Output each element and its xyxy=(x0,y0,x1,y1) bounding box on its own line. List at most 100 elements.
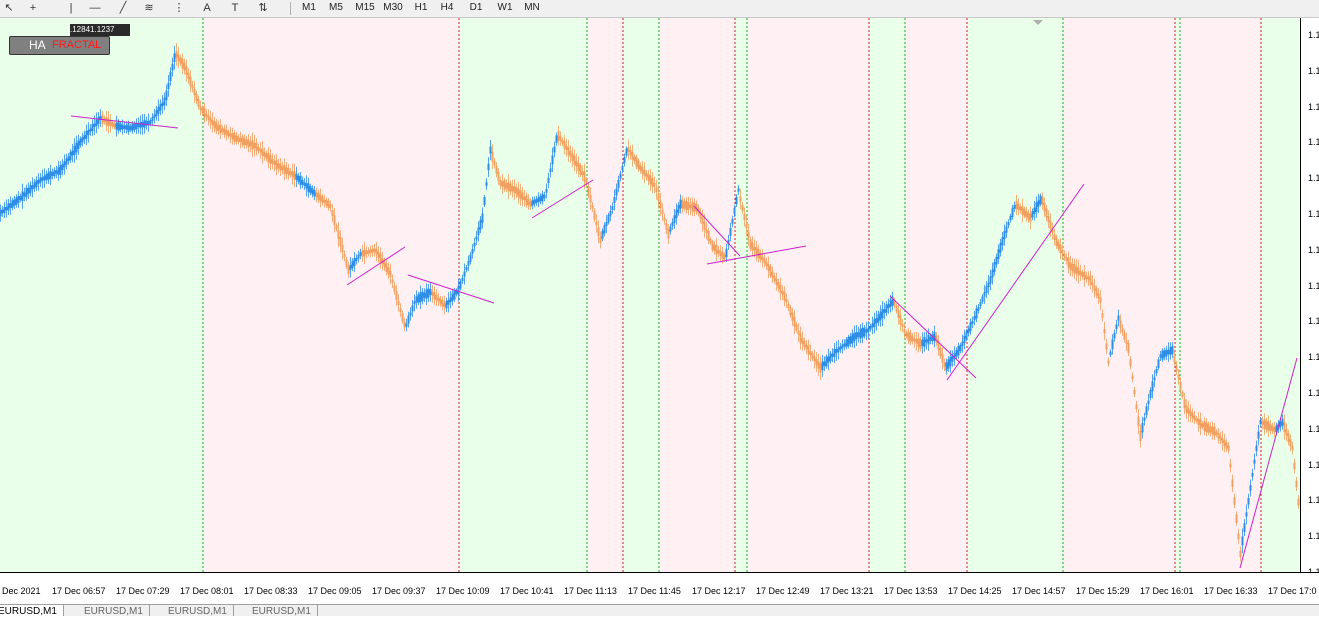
candle-body xyxy=(1133,389,1136,395)
timeframe-d1-button[interactable]: D1 xyxy=(465,0,487,17)
fibonacci-icon[interactable]: ≋ xyxy=(140,0,158,17)
candle-body xyxy=(691,202,694,212)
candle-body xyxy=(415,296,418,303)
candle-body xyxy=(265,153,268,159)
candle-body xyxy=(1163,350,1166,358)
candle-body xyxy=(47,172,50,180)
timeframe-mn-button[interactable]: MN xyxy=(520,0,544,17)
candle-body xyxy=(1239,550,1242,558)
candle-body xyxy=(789,307,792,316)
cursor-icon[interactable]: ↖ xyxy=(0,0,18,17)
candle-body xyxy=(127,123,130,133)
price-tick-label: 1.1 xyxy=(1308,137,1319,148)
candle-body xyxy=(467,261,470,266)
candle-body xyxy=(909,332,912,343)
chart-area[interactable] xyxy=(0,18,1300,572)
time-axis[interactable]: Dec 2021 17 Dec 06:57 17 Dec 07:29 17 Dec 0… xyxy=(0,572,1319,605)
timeframe-m1-button[interactable]: M1 xyxy=(298,0,320,17)
timeframe-m15-button[interactable]: M15 xyxy=(352,0,378,17)
candle-body xyxy=(25,187,28,198)
chart-tab[interactable]: EURUSD,M1 xyxy=(246,605,318,617)
arrows-icon[interactable]: ⇅ xyxy=(254,0,272,17)
trend-zone xyxy=(459,18,587,572)
price-tick-label: 1.1 xyxy=(1308,423,1319,434)
candle-body xyxy=(877,314,880,323)
timeframe-h1-button[interactable]: H1 xyxy=(410,0,432,17)
candle-body xyxy=(37,179,40,184)
horizontal-line-icon[interactable]: — xyxy=(86,0,104,17)
candle-body xyxy=(743,213,746,221)
candle-body xyxy=(17,196,20,203)
candle-body xyxy=(861,327,864,338)
candle-body xyxy=(1265,420,1268,430)
candle-body xyxy=(399,308,402,312)
candle-body xyxy=(1137,416,1140,427)
indicator-panel[interactable]: HA FRACTAL xyxy=(9,36,110,55)
candle-body xyxy=(163,97,166,106)
candle-body xyxy=(1225,442,1228,449)
timeframe-m30-button[interactable]: M30 xyxy=(380,0,406,17)
candle-body xyxy=(1241,536,1244,546)
candle-body xyxy=(147,120,150,125)
price-tick-label: 1.1 xyxy=(1308,280,1319,291)
candle-body xyxy=(775,278,778,285)
candle-body xyxy=(535,198,538,203)
candle-body xyxy=(243,138,246,145)
chart-tab[interactable]: EURUSD,M1 xyxy=(78,605,150,617)
fibo-fan-icon[interactable]: ⋮ xyxy=(170,0,188,17)
candle-body xyxy=(1,209,4,214)
candle-body xyxy=(315,192,318,198)
timeframe-m5-button[interactable]: M5 xyxy=(325,0,347,17)
candle-body xyxy=(837,347,840,352)
vertical-line-icon[interactable]: | xyxy=(62,0,80,17)
time-tick-label: 17 Dec 17:0 xyxy=(1268,586,1317,596)
candle-body xyxy=(1085,275,1088,280)
candle-body xyxy=(871,323,874,328)
candle-body xyxy=(943,362,946,367)
candle-body xyxy=(1253,459,1256,464)
price-chart[interactable] xyxy=(0,18,1300,572)
candle-body xyxy=(1149,390,1152,398)
candle-body xyxy=(967,328,970,334)
timeframe-w1-button[interactable]: W1 xyxy=(494,0,516,17)
candle-body xyxy=(1249,485,1252,491)
candle-body xyxy=(677,205,680,213)
candle-body xyxy=(1189,410,1192,417)
candle-body xyxy=(1117,315,1120,321)
candle-body xyxy=(1081,271,1084,277)
candle-body xyxy=(657,193,660,201)
candle-body xyxy=(1037,200,1040,207)
candle-body xyxy=(307,183,310,193)
candle-body xyxy=(13,199,16,206)
candle-body xyxy=(769,266,772,276)
candle-body xyxy=(63,161,66,168)
time-tick-label: 17 Dec 08:01 xyxy=(180,586,234,596)
candle-body xyxy=(355,257,358,261)
candle-body xyxy=(561,139,564,144)
candle-body xyxy=(885,304,888,313)
candle-body xyxy=(869,325,872,330)
trendline-icon[interactable]: ╱ xyxy=(114,0,132,17)
chart-tab[interactable]: EURUSD,M1 xyxy=(162,605,234,617)
candle-body xyxy=(487,163,490,171)
text-icon[interactable]: A xyxy=(198,0,216,17)
candle-body xyxy=(1009,216,1012,221)
candle-body xyxy=(343,254,346,258)
candle-body xyxy=(527,198,530,206)
candle-body xyxy=(757,248,760,259)
text-label-icon[interactable]: T xyxy=(226,0,244,17)
candle-body xyxy=(1191,412,1194,419)
candle-body xyxy=(593,210,596,220)
candle-body xyxy=(39,177,42,183)
crosshair-icon[interactable]: + xyxy=(24,0,42,17)
timeframe-h4-button[interactable]: H4 xyxy=(436,0,458,17)
candle-body xyxy=(997,249,1000,260)
price-axis[interactable]: 1.1 1.1 1.1 1.1 1.1 1.1 1.1 1.1 1.1 1.1 1.1 1.1 1.1 1… xyxy=(1300,18,1319,577)
candle-body xyxy=(753,247,756,251)
candle-body xyxy=(205,113,208,117)
candle-body xyxy=(537,197,540,203)
candle-body xyxy=(825,356,828,367)
chart-tab[interactable]: EURUSD,M1 xyxy=(0,605,64,617)
candle-body xyxy=(1283,422,1286,433)
candle-body xyxy=(417,294,420,303)
